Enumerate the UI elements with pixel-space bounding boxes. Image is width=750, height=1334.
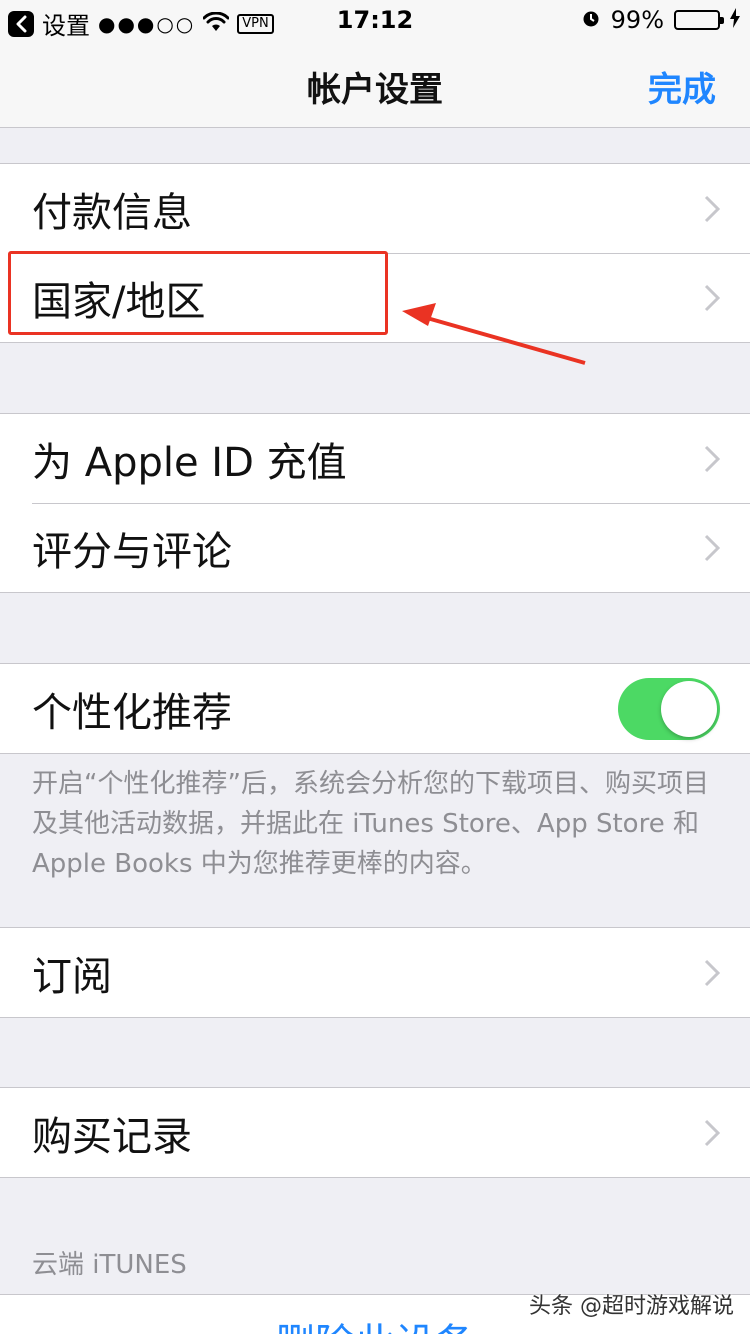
subscriptions-label: 订阅 — [32, 953, 112, 1000]
apple-id-group: 为 Apple ID 充值 评分与评论 — [0, 413, 750, 593]
personalized-recommendations-row: 个性化推荐 — [0, 664, 750, 753]
subscriptions-group: 订阅 — [0, 927, 750, 1018]
cloud-itunes-header: 云端 iTUNES — [32, 1250, 187, 1280]
chevron-right-icon — [704, 959, 720, 986]
purchase-history-group: 购买记录 — [0, 1087, 750, 1178]
chevron-right-icon — [704, 534, 720, 561]
personalized-group: 个性化推荐 — [0, 663, 750, 754]
purchase-history-row[interactable]: 购买记录 — [0, 1088, 750, 1177]
annotation-arrow — [402, 303, 586, 365]
add-funds-label: 为 Apple ID 充值 — [32, 439, 347, 486]
subscriptions-row[interactable]: 订阅 — [0, 928, 750, 1017]
personalized-recommendations-label: 个性化推荐 — [32, 689, 232, 736]
ratings-reviews-label: 评分与评论 — [32, 528, 232, 575]
purchase-history-label: 购买记录 — [32, 1113, 192, 1160]
toggle-knob — [661, 680, 717, 737]
chevron-right-icon — [704, 1119, 720, 1146]
watermark: 头条 @超时游戏解说 — [529, 1294, 734, 1319]
ratings-reviews-row[interactable]: 评分与评论 — [0, 503, 750, 592]
personalized-footnote: 开启“个性化推荐”后，系统会分析您的下载项目、购买项目及其他活动数据，并据此在 … — [32, 769, 709, 879]
personalized-recommendations-toggle[interactable] — [618, 677, 720, 740]
chevron-right-icon — [704, 445, 720, 472]
add-funds-row[interactable]: 为 Apple ID 充值 — [0, 414, 750, 503]
